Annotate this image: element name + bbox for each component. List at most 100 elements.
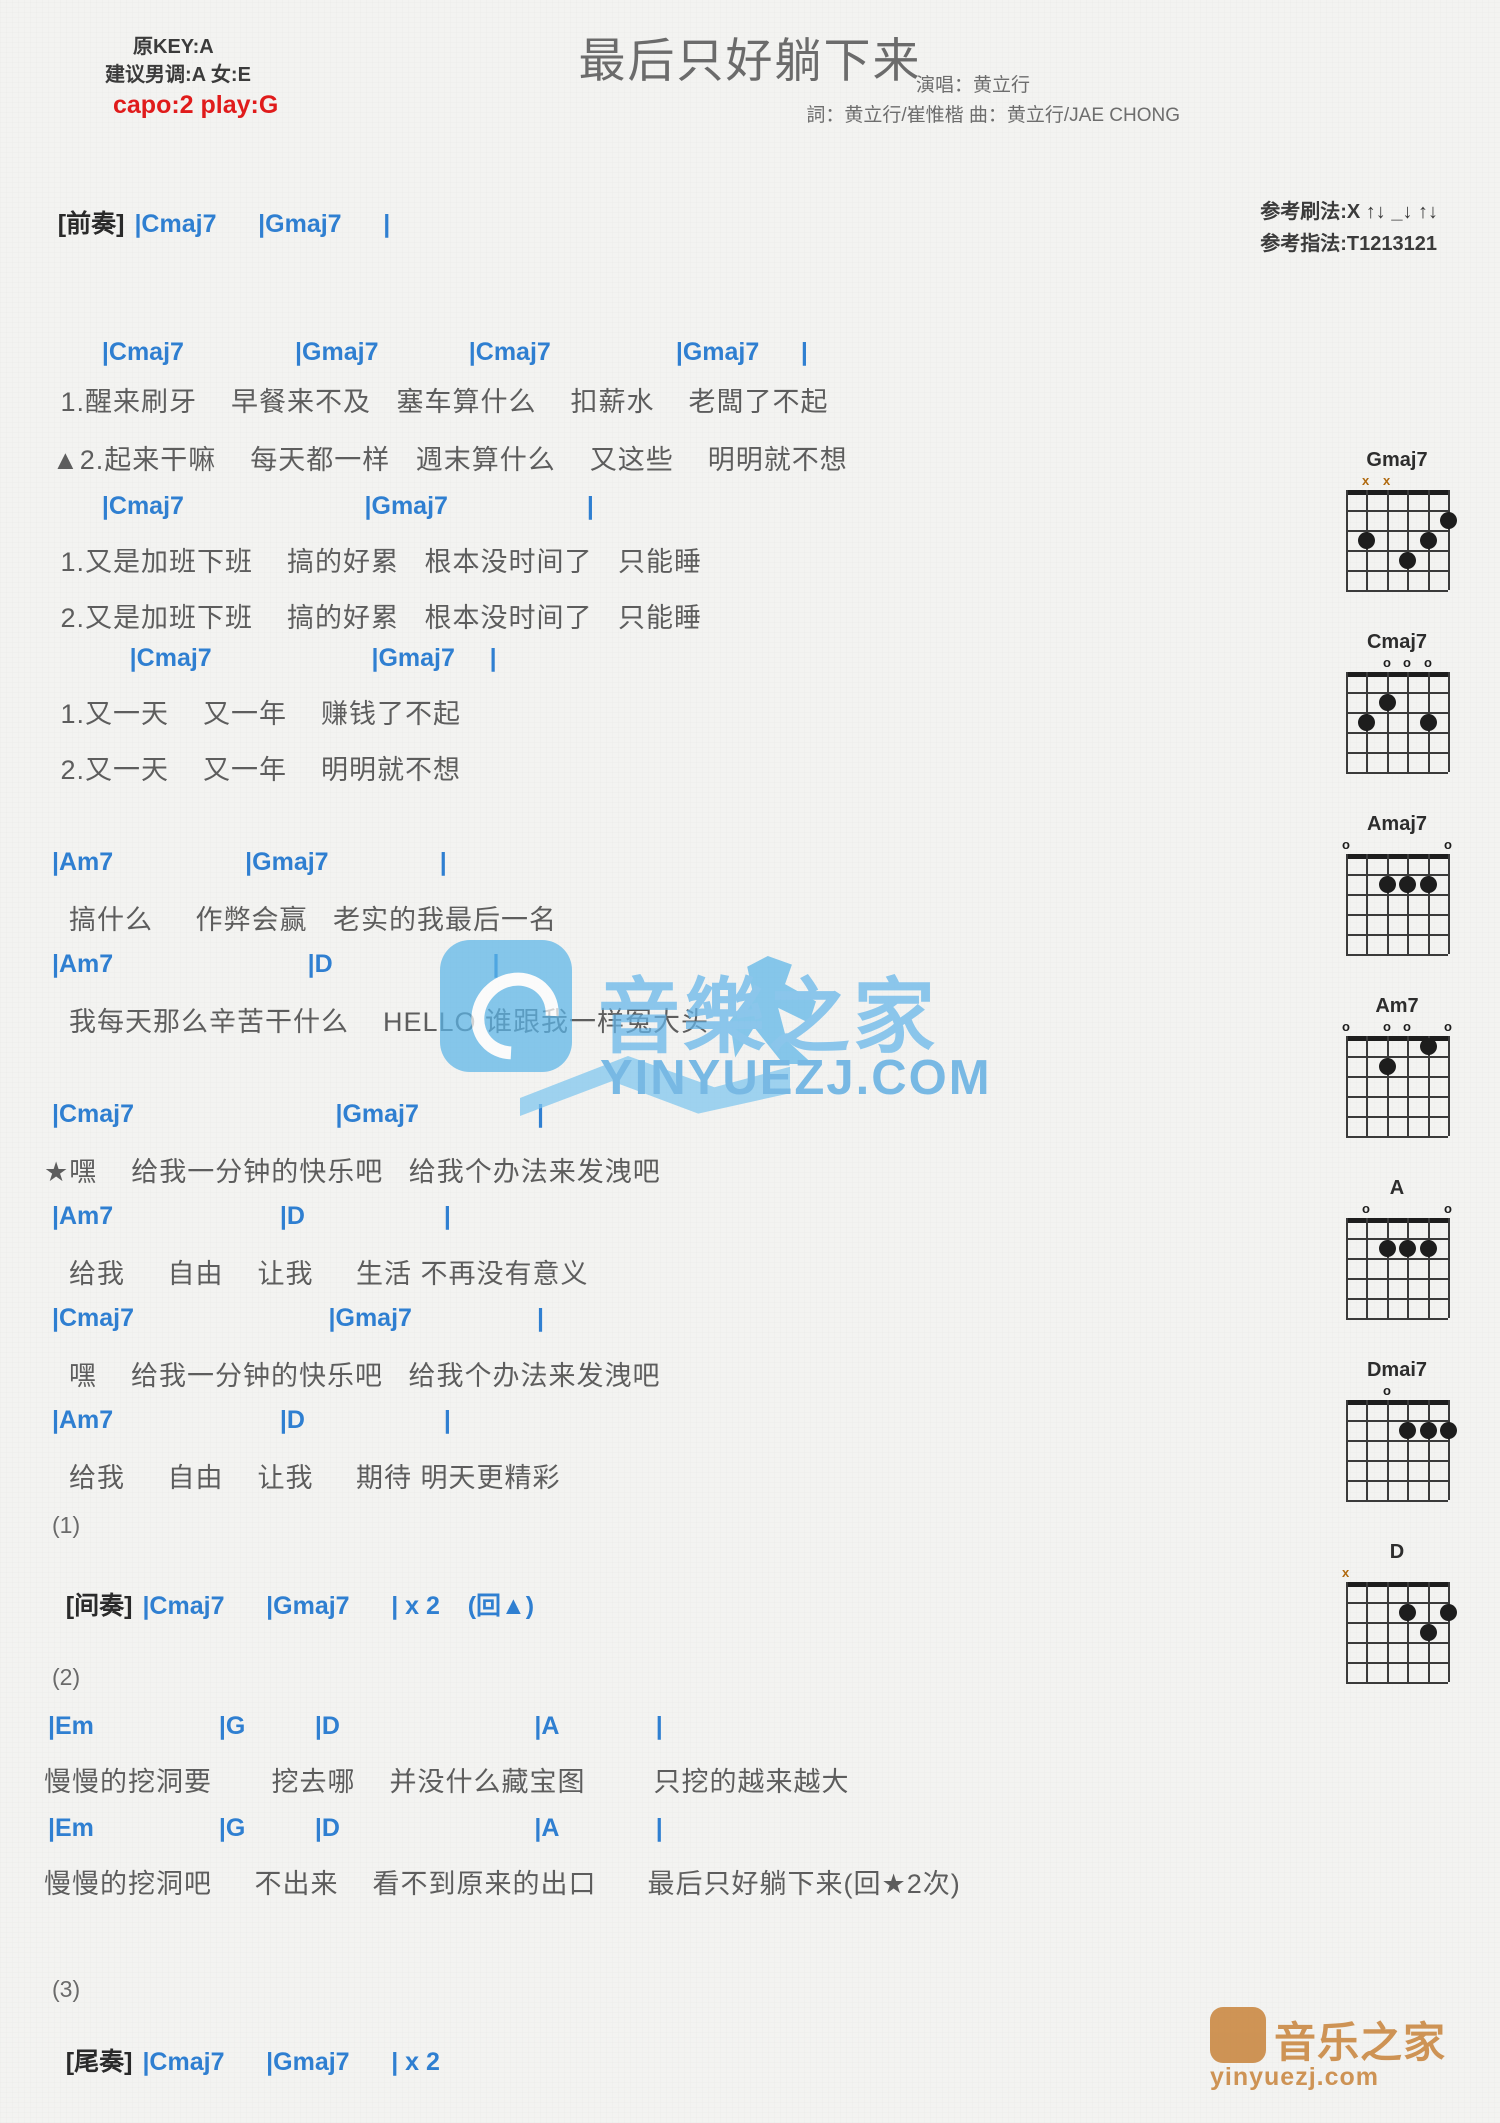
finger-dot — [1379, 694, 1396, 711]
string-line — [1387, 854, 1389, 954]
string-line — [1448, 490, 1450, 590]
fret-line — [1346, 1298, 1448, 1300]
lyric-row: 我每天那么辛苦干什么 HELLO 谁跟我一样冤大头 — [52, 1007, 710, 1037]
intro-label: [前奏] — [57, 210, 125, 238]
fret-line — [1346, 1682, 1448, 1684]
nut-line — [1346, 1400, 1448, 1405]
finger-dot — [1440, 1604, 1457, 1621]
fret-line — [1346, 1076, 1448, 1078]
watermark-swoosh-icon — [520, 1056, 790, 1116]
open-string-marker: o — [1342, 1019, 1350, 1034]
nut-line — [1346, 1582, 1448, 1587]
lyric-row: 搞什么 作弊会赢 老实的我最后一名 — [52, 905, 558, 935]
open-string-marker: o — [1383, 1383, 1391, 1398]
chord-row: |Cmaj7 |Gmaj7 | — [88, 644, 497, 672]
outro-line: [尾奏] |Cmaj7 |Gmaj7 | x 2 — [48, 2024, 440, 2096]
nut-line — [1346, 490, 1448, 495]
nut-line — [1346, 1218, 1448, 1223]
fret-line — [1346, 1440, 1448, 1442]
string-line — [1448, 1036, 1450, 1136]
open-string-marker: o — [1383, 1019, 1391, 1034]
fret-line — [1346, 1056, 1448, 1058]
string-line — [1407, 854, 1409, 954]
finger-dot — [1420, 1240, 1437, 1257]
chord-diagram-column: Gmaj7 x x Cmaj7 o o o Amaj7 o o Am7 o o o o Ao o Dmai7 o Dx — [1322, 448, 1472, 1722]
chord-diagram: Am7 o o o o — [1322, 994, 1472, 1154]
fret-line — [1346, 1602, 1448, 1604]
finger-dot — [1420, 714, 1437, 731]
finger-dot — [1440, 1422, 1457, 1439]
chord-diagram: Dmai7 o — [1322, 1358, 1472, 1518]
lyric-row: 慢慢的挖洞吧 不出来 看不到原来的出口 最后只好躺下来(回★2次) — [44, 1869, 961, 1899]
lyric-row: 慢慢的挖洞要 挖去哪 并没什么藏宝图 只挖的越来越大 — [44, 1767, 850, 1797]
fret-line — [1346, 934, 1448, 936]
finger-dot — [1399, 1604, 1416, 1621]
open-string-marker: o — [1444, 1019, 1452, 1034]
finger-dot — [1420, 1422, 1437, 1439]
lyric-row: 给我 自由 让我 期待 明天更精彩 — [52, 1463, 561, 1493]
open-string-marker: o — [1342, 837, 1350, 852]
fret-line — [1346, 1642, 1448, 1644]
finger-dot — [1420, 1038, 1437, 1055]
chord-diagram: Amaj7 o o — [1322, 812, 1472, 972]
fret-line — [1346, 530, 1448, 532]
outro-chords: |Cmaj7 |Gmaj7 | x 2 — [142, 2048, 440, 2076]
string-line — [1407, 1582, 1409, 1682]
fret-line — [1346, 772, 1448, 774]
chord-diagram-name: Amaj7 — [1366, 813, 1428, 835]
fret-line — [1346, 1480, 1448, 1482]
string-line — [1346, 672, 1348, 772]
lyric-row: 1.又是加班下班 搞的好累 根本没时间了 只能睡 — [52, 547, 703, 577]
string-line — [1387, 490, 1389, 590]
chord-row: |Cmaj7 |Gmaj7 | — [88, 492, 594, 520]
watermark-brand-en: YINYUEZJ.COM — [600, 1051, 992, 1105]
chord-diagram: Gmaj7 x x — [1322, 448, 1472, 608]
interlude-line: [间奏] |Cmaj7 |Gmaj7 | x 2 (回▲) — [48, 1568, 534, 1640]
string-line — [1346, 1036, 1348, 1136]
finger-dot — [1358, 714, 1375, 731]
string-line — [1407, 1218, 1409, 1318]
fret-line — [1346, 1622, 1448, 1624]
fret-line — [1346, 692, 1448, 694]
string-line — [1387, 1582, 1389, 1682]
string-line — [1387, 1036, 1389, 1136]
chord-diagram-name: A — [1389, 1177, 1405, 1199]
singer-credit: 演唱：黄立行 — [915, 75, 1030, 96]
chord-row: |Am7 |D | — [52, 1202, 451, 1230]
chord-diagram-name: Gmaj7 — [1366, 449, 1428, 471]
fret-line — [1346, 1238, 1448, 1240]
string-line — [1366, 1218, 1368, 1318]
muted-string-marker: x — [1342, 1565, 1350, 1580]
watermark-footer-en: yinyuezj.com — [1210, 2063, 1379, 2091]
finger-dot — [1379, 876, 1396, 893]
string-line — [1428, 1400, 1430, 1500]
string-line — [1407, 490, 1409, 590]
open-string-marker: o — [1444, 837, 1452, 852]
fret-line — [1346, 1136, 1448, 1138]
interlude-label: [间奏] — [65, 1592, 133, 1620]
fret-line — [1346, 712, 1448, 714]
muted-string-marker: x — [1383, 473, 1391, 488]
chord-row: |Am7 |Gmaj7 | — [52, 848, 447, 876]
chord-diagram: Dx — [1322, 1540, 1472, 1700]
string-line — [1428, 854, 1430, 954]
chord-diagram-name: D — [1389, 1541, 1405, 1563]
chord-row: |Am7 |D | — [52, 950, 500, 978]
fret-line — [1346, 510, 1448, 512]
finger-dot — [1420, 876, 1437, 893]
string-line — [1448, 1400, 1450, 1500]
string-line — [1407, 1400, 1409, 1500]
outro-label: [尾奏] — [65, 2048, 133, 2076]
chord-diagram: Cmaj7 o o o — [1322, 630, 1472, 790]
chord-row: |Cmaj7 |Gmaj7 | — [52, 1100, 544, 1128]
string-line — [1387, 1400, 1389, 1500]
finger-dot — [1399, 1240, 1416, 1257]
open-string-marker: o — [1362, 1201, 1370, 1216]
fret-line — [1346, 874, 1448, 876]
string-line — [1387, 672, 1389, 772]
lyric-row: 1.又一天 又一年 赚钱了不起 — [52, 699, 462, 729]
fret-line — [1346, 954, 1448, 956]
fret-line — [1346, 570, 1448, 572]
string-line — [1366, 1400, 1368, 1500]
chord-diagram-grid: ooo — [1346, 655, 1450, 774]
